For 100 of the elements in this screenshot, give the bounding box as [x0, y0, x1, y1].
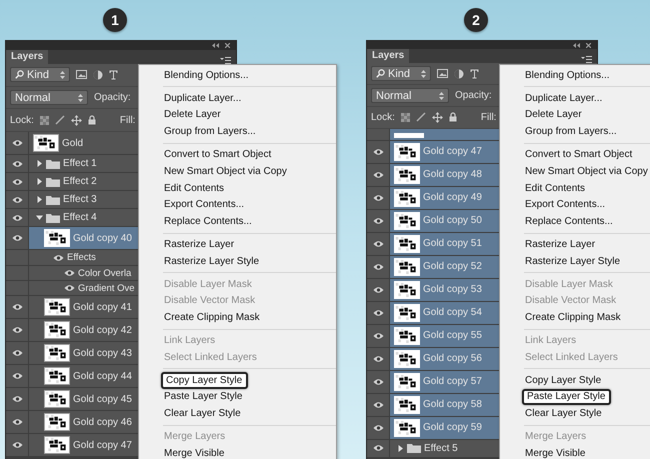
image-icon[interactable]	[437, 69, 448, 78]
layer-name: Gold copy 58	[423, 399, 482, 410]
eye-icon[interactable]	[12, 418, 22, 426]
layer-thumbnail	[394, 132, 424, 138]
eye-icon[interactable]	[372, 400, 384, 409]
eye-icon[interactable]	[12, 178, 22, 186]
effect-name: Gradient Ove	[78, 282, 134, 294]
layer-thumbnail	[44, 436, 70, 454]
move-icon[interactable]	[70, 114, 82, 126]
menu-icon[interactable]	[581, 56, 592, 64]
checker-lock-icon[interactable]	[400, 112, 410, 122]
layer-thumbnail	[44, 367, 70, 386]
close-icon[interactable]	[225, 42, 230, 48]
updown-arrows-icon	[60, 70, 65, 79]
eye-icon[interactable]	[372, 170, 384, 179]
folder-icon	[46, 212, 60, 223]
eye-icon[interactable]	[372, 194, 384, 202]
eye-icon[interactable]	[372, 286, 384, 294]
eye-icon[interactable]	[12, 196, 22, 204]
layer-thumbnail	[394, 142, 420, 161]
eye-icon[interactable]	[12, 326, 22, 334]
step-badge: 1	[103, 8, 127, 32]
layer-name: Gold copy 40	[73, 232, 132, 244]
filter-dropdown[interactable]: Kind	[10, 67, 70, 82]
layer-thumbnail	[44, 390, 70, 408]
caret-icon[interactable]	[36, 160, 43, 168]
eye-icon[interactable]	[12, 395, 22, 404]
menu-item[interactable]: Duplicate Layer...	[500, 90, 650, 107]
menu-item[interactable]: Duplicate Layer...	[139, 90, 336, 107]
eye-icon[interactable]	[372, 148, 384, 156]
opacity-label: Opacity:	[455, 90, 492, 102]
folder-icon	[46, 158, 60, 169]
lock-label: Lock:	[10, 114, 34, 126]
checker-lock-icon[interactable]	[40, 116, 49, 125]
eye-icon[interactable]	[12, 214, 22, 222]
type-icon[interactable]	[109, 70, 118, 80]
menu-item[interactable]: Copy Layer Style	[161, 372, 248, 389]
layers-tab[interactable]: Layers	[6, 50, 48, 64]
eye-icon[interactable]	[372, 308, 384, 317]
menu-item[interactable]: Delete Layer	[500, 106, 650, 124]
eye-icon[interactable]	[372, 216, 384, 225]
layer-thumbnail	[394, 304, 420, 322]
blend-mode-dropdown[interactable]: Normal	[10, 90, 88, 106]
eye-icon[interactable]	[12, 160, 22, 168]
filter-dropdown[interactable]: Kind	[371, 66, 431, 82]
move-icon[interactable]	[432, 112, 443, 123]
layer-name: Gold copy 54	[423, 307, 482, 318]
eye-icon[interactable]	[64, 284, 75, 292]
blend-mode-dropdown[interactable]: Normal	[371, 88, 449, 104]
eye-icon[interactable]	[372, 262, 384, 271]
eye-icon[interactable]	[12, 372, 22, 380]
layer-thumbnail	[394, 396, 420, 414]
eye-icon[interactable]	[372, 378, 384, 386]
eye-icon[interactable]	[12, 234, 22, 242]
lock-icon[interactable]	[88, 115, 96, 126]
eye-icon[interactable]	[12, 303, 22, 312]
layer-thumbnail	[394, 418, 420, 437]
updown-arrows-icon	[421, 70, 426, 78]
circle-half-icon[interactable]	[93, 70, 103, 80]
layers-tab[interactable]: Layers	[367, 49, 410, 64]
menu-item[interactable]: Blending Options...	[500, 67, 650, 84]
eye-icon[interactable]	[372, 444, 384, 452]
menu-item[interactable]: Delete Layer	[139, 106, 336, 124]
group-name: Effect 4	[63, 212, 97, 224]
layer-name: Gold copy 43	[73, 348, 132, 359]
eye-icon[interactable]	[12, 139, 22, 148]
effects-label: Effects	[67, 252, 96, 264]
layer-name: Gold copy 56	[423, 353, 482, 364]
menu-icon[interactable]	[220, 56, 231, 64]
brush-icon[interactable]	[54, 115, 65, 126]
eye-icon[interactable]	[64, 269, 75, 278]
layer-thumbnail	[33, 134, 59, 152]
caret-icon[interactable]	[397, 444, 404, 452]
brush-icon[interactable]	[416, 112, 426, 122]
eye-icon[interactable]	[372, 424, 384, 432]
layer-name: Gold copy 52	[423, 261, 482, 272]
layer-name: Gold copy 53	[423, 284, 482, 296]
close-icon[interactable]	[586, 42, 591, 48]
eye-icon[interactable]	[12, 349, 22, 358]
eye-icon[interactable]	[53, 254, 64, 262]
layer-thumbnail	[394, 280, 420, 299]
eye-icon[interactable]	[372, 332, 384, 340]
lock-icon[interactable]	[448, 112, 457, 122]
layer-name: Gold copy 48	[423, 169, 482, 180]
eye-icon[interactable]	[12, 441, 22, 450]
menu-item[interactable]: Paste Layer Style	[522, 388, 612, 406]
type-icon[interactable]	[470, 68, 479, 79]
menu-item[interactable]: Blending Options...	[139, 67, 336, 84]
caret-icon[interactable]	[36, 178, 43, 186]
layer-name: Gold copy 45	[73, 394, 132, 405]
caret-icon[interactable]	[36, 214, 43, 222]
group-name: Effect 2	[63, 176, 97, 188]
menu-item[interactable]: Group from Layers...	[500, 123, 650, 140]
image-icon[interactable]	[76, 70, 87, 80]
eye-icon[interactable]	[372, 240, 384, 248]
layer-thumbnail	[394, 258, 420, 276]
caret-icon[interactable]	[36, 196, 43, 204]
circle-half-icon[interactable]	[454, 68, 464, 79]
folder-icon	[407, 443, 421, 454]
eye-icon[interactable]	[372, 354, 384, 363]
